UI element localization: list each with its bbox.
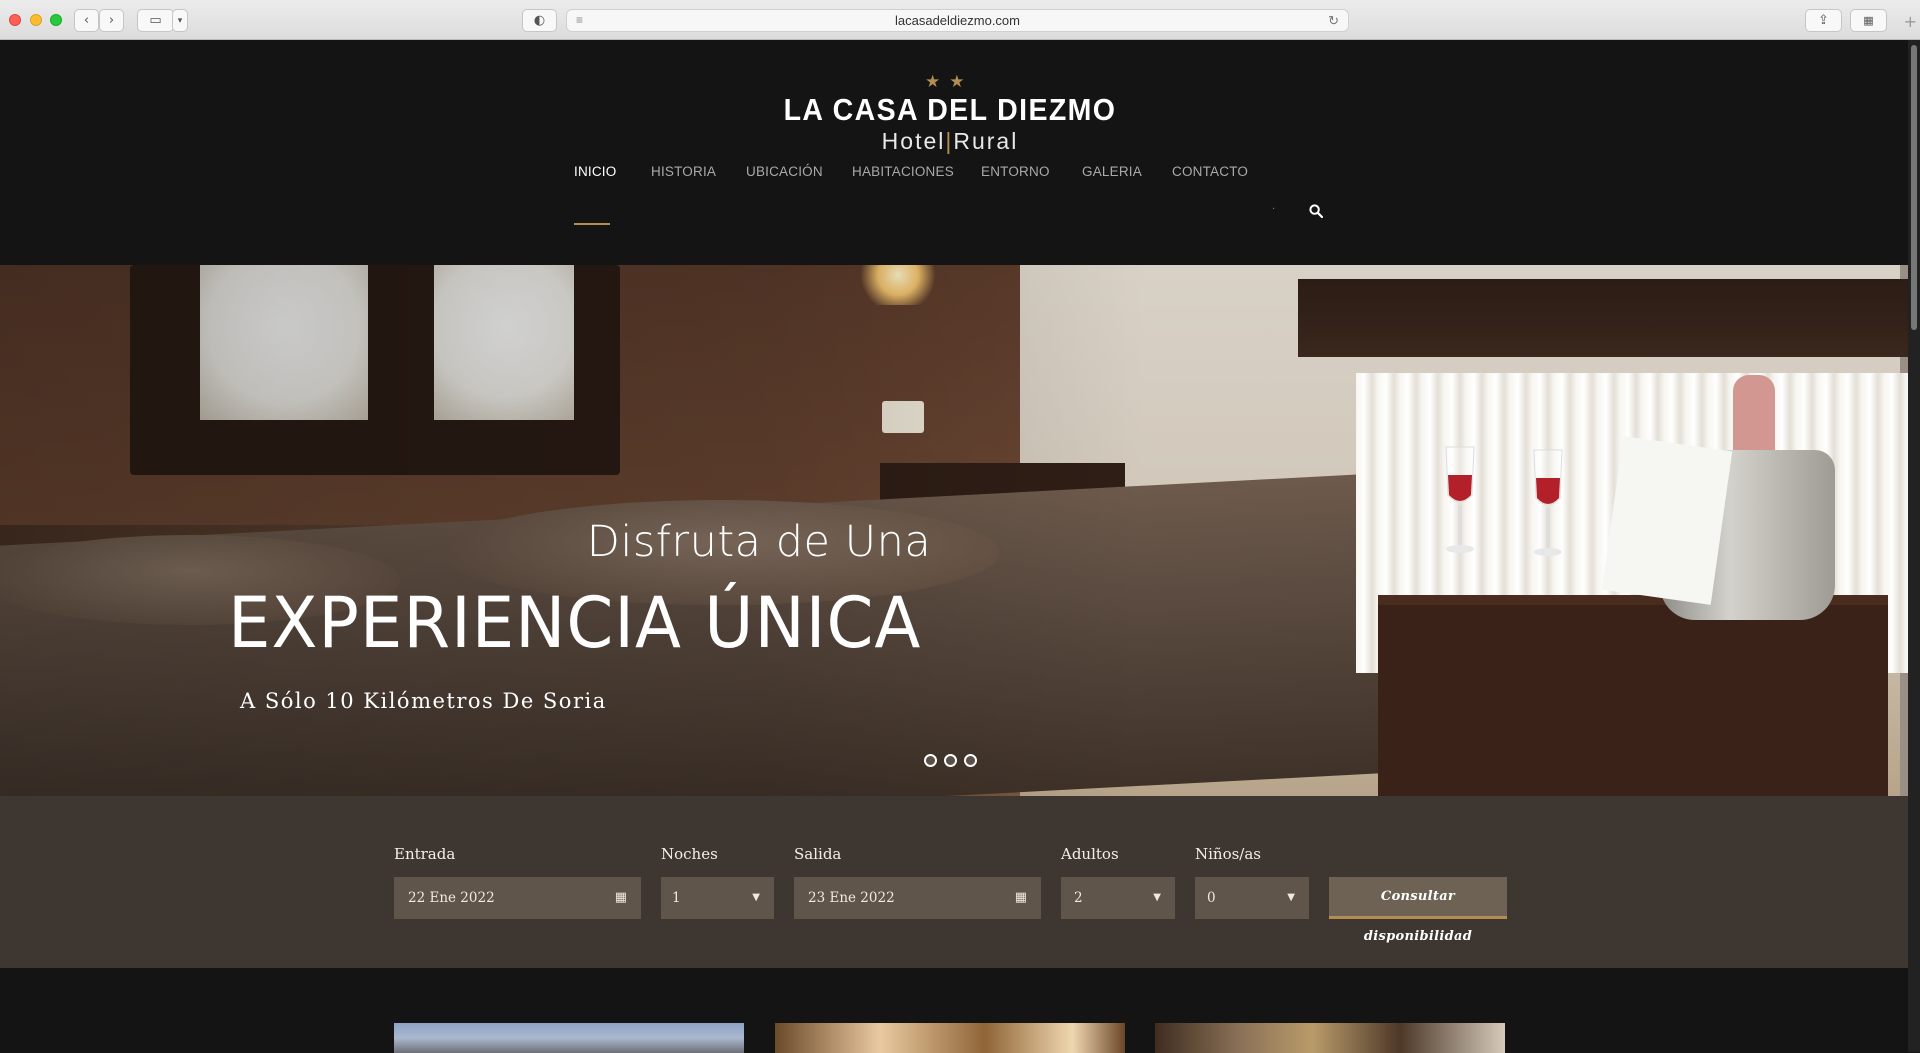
calendar-icon[interactable]: ▦ [1015,877,1027,919]
adultos-label: Adultos [1061,845,1119,863]
nav-galeria[interactable]: GALERIA [1082,164,1142,179]
slider-pagination [924,754,977,767]
address-bar[interactable]: ≡ lacasadeldiezmo.com ↻ [566,9,1349,32]
ninos-value: 0 [1207,890,1216,906]
calendar-icon[interactable]: ▦ [615,877,627,919]
logo-subtitle-right: Rural [953,128,1019,154]
caret-down-icon: ▼ [1153,892,1161,903]
slider-dot-1[interactable] [924,754,937,767]
nav-ubicacion[interactable]: UBICACIÓN [746,164,823,179]
entrada-date-field[interactable]: 22 Ene 2022 ▦ [394,877,641,919]
back-button[interactable]: ‹ [74,9,99,32]
nav-habitaciones[interactable]: HABITACIONES [852,164,954,179]
hero-heading-small: Disfruta de Una [586,517,932,567]
caret-down-icon: ▼ [752,892,760,903]
sidebar-icon: ▭ [149,13,162,28]
share-button[interactable]: ⇪ [1805,9,1842,32]
url-text: lacasadeldiezmo.com [894,13,1020,28]
nav-contacto[interactable]: CONTACTO [1172,164,1248,179]
share-icon: ⇪ [1818,13,1829,28]
slider-dot-2[interactable] [944,754,957,767]
site-header: ★★ LA CASA DEL DIEZMO Hotel|Rural [0,40,1908,265]
nav-historia[interactable]: HISTORIA [651,164,716,179]
tab-group-menu-button[interactable]: ▾ [172,9,188,32]
page-scrollbar[interactable] [1908,40,1920,1052]
slider-dot-3[interactable] [964,754,977,767]
entrada-label: Entrada [394,845,456,863]
nav-separator: · [1272,204,1276,215]
star-rating-icon: ★★ [925,72,974,92]
nav-entorno[interactable]: ENTORNO [981,164,1050,179]
chevron-left-icon: ‹ [83,13,90,28]
close-window-button[interactable] [9,14,21,26]
zoom-window-button[interactable] [50,14,62,26]
reader-icon[interactable]: ≡ [576,10,583,31]
adultos-value: 2 [1074,890,1083,906]
nav-inicio[interactable]: INICIO [574,164,616,179]
main-navigation: INICIO HISTORIA UBICACIÓN HABITACIONES E… [0,164,1908,194]
scrollbar-thumb[interactable] [1911,45,1917,330]
logo-title[interactable]: LA CASA DEL DIEZMO [720,92,1180,128]
hero-slider[interactable]: Disfruta de Una EXPERIENCIA ÚNICA A Sólo… [0,265,1908,796]
featured-image-1[interactable] [394,1023,744,1053]
new-tab-button[interactable]: + [1904,12,1917,31]
grid-icon: ▦ [1863,14,1874,27]
noches-value: 1 [672,890,681,906]
salida-date-field[interactable]: 23 Ene 2022 ▦ [794,877,1041,919]
browser-toolbar: ‹ › ▭ ▾ ◐ ≡ lacasadeldiezmo.com ↻ ⇪ ▦ + [0,0,1920,40]
sidebar-toggle-button[interactable]: ▭ [137,9,174,32]
minimize-window-button[interactable] [30,14,42,26]
ninos-select[interactable]: 0 ▼ [1195,877,1309,919]
featured-image-2[interactable] [775,1023,1125,1053]
tab-overview-button[interactable]: ▦ [1850,9,1887,32]
chevron-right-icon: › [108,13,115,28]
plus-icon: + [1903,12,1917,31]
hero-subheading: A Sólo 10 Kilómetros De Soria [240,689,607,713]
active-nav-indicator [574,223,610,225]
ninos-label: Niños/as [1195,845,1262,863]
forward-button[interactable]: › [99,9,124,32]
featured-section [0,968,1908,1053]
consultar-disponibilidad-button[interactable]: Consultar disponibilidad [1329,877,1507,944]
caret-down-icon: ▼ [1287,892,1295,903]
noches-label: Noches [661,845,718,863]
salida-date-value: 23 Ene 2022 [808,890,895,906]
hero-heading-large: EXPERIENCIA ÚNICA [228,582,922,664]
booking-form: Entrada 22 Ene 2022 ▦ Noches 1 ▼ Salida … [0,796,1908,968]
chevron-down-icon: ▾ [177,15,183,26]
salida-label: Salida [794,845,842,863]
shield-icon: ◐ [533,13,546,28]
reload-icon[interactable]: ↻ [1328,10,1339,31]
entrada-date-value: 22 Ene 2022 [408,890,495,906]
logo-subtitle-left: Hotel [881,128,946,154]
logo-subtitle[interactable]: Hotel|Rural [700,128,1200,155]
privacy-report-button[interactable]: ◐ [522,9,557,32]
featured-image-3[interactable] [1155,1023,1505,1053]
adultos-select[interactable]: 2 ▼ [1061,877,1175,919]
search-icon[interactable] [1309,204,1323,218]
noches-select[interactable]: 1 ▼ [661,877,774,919]
